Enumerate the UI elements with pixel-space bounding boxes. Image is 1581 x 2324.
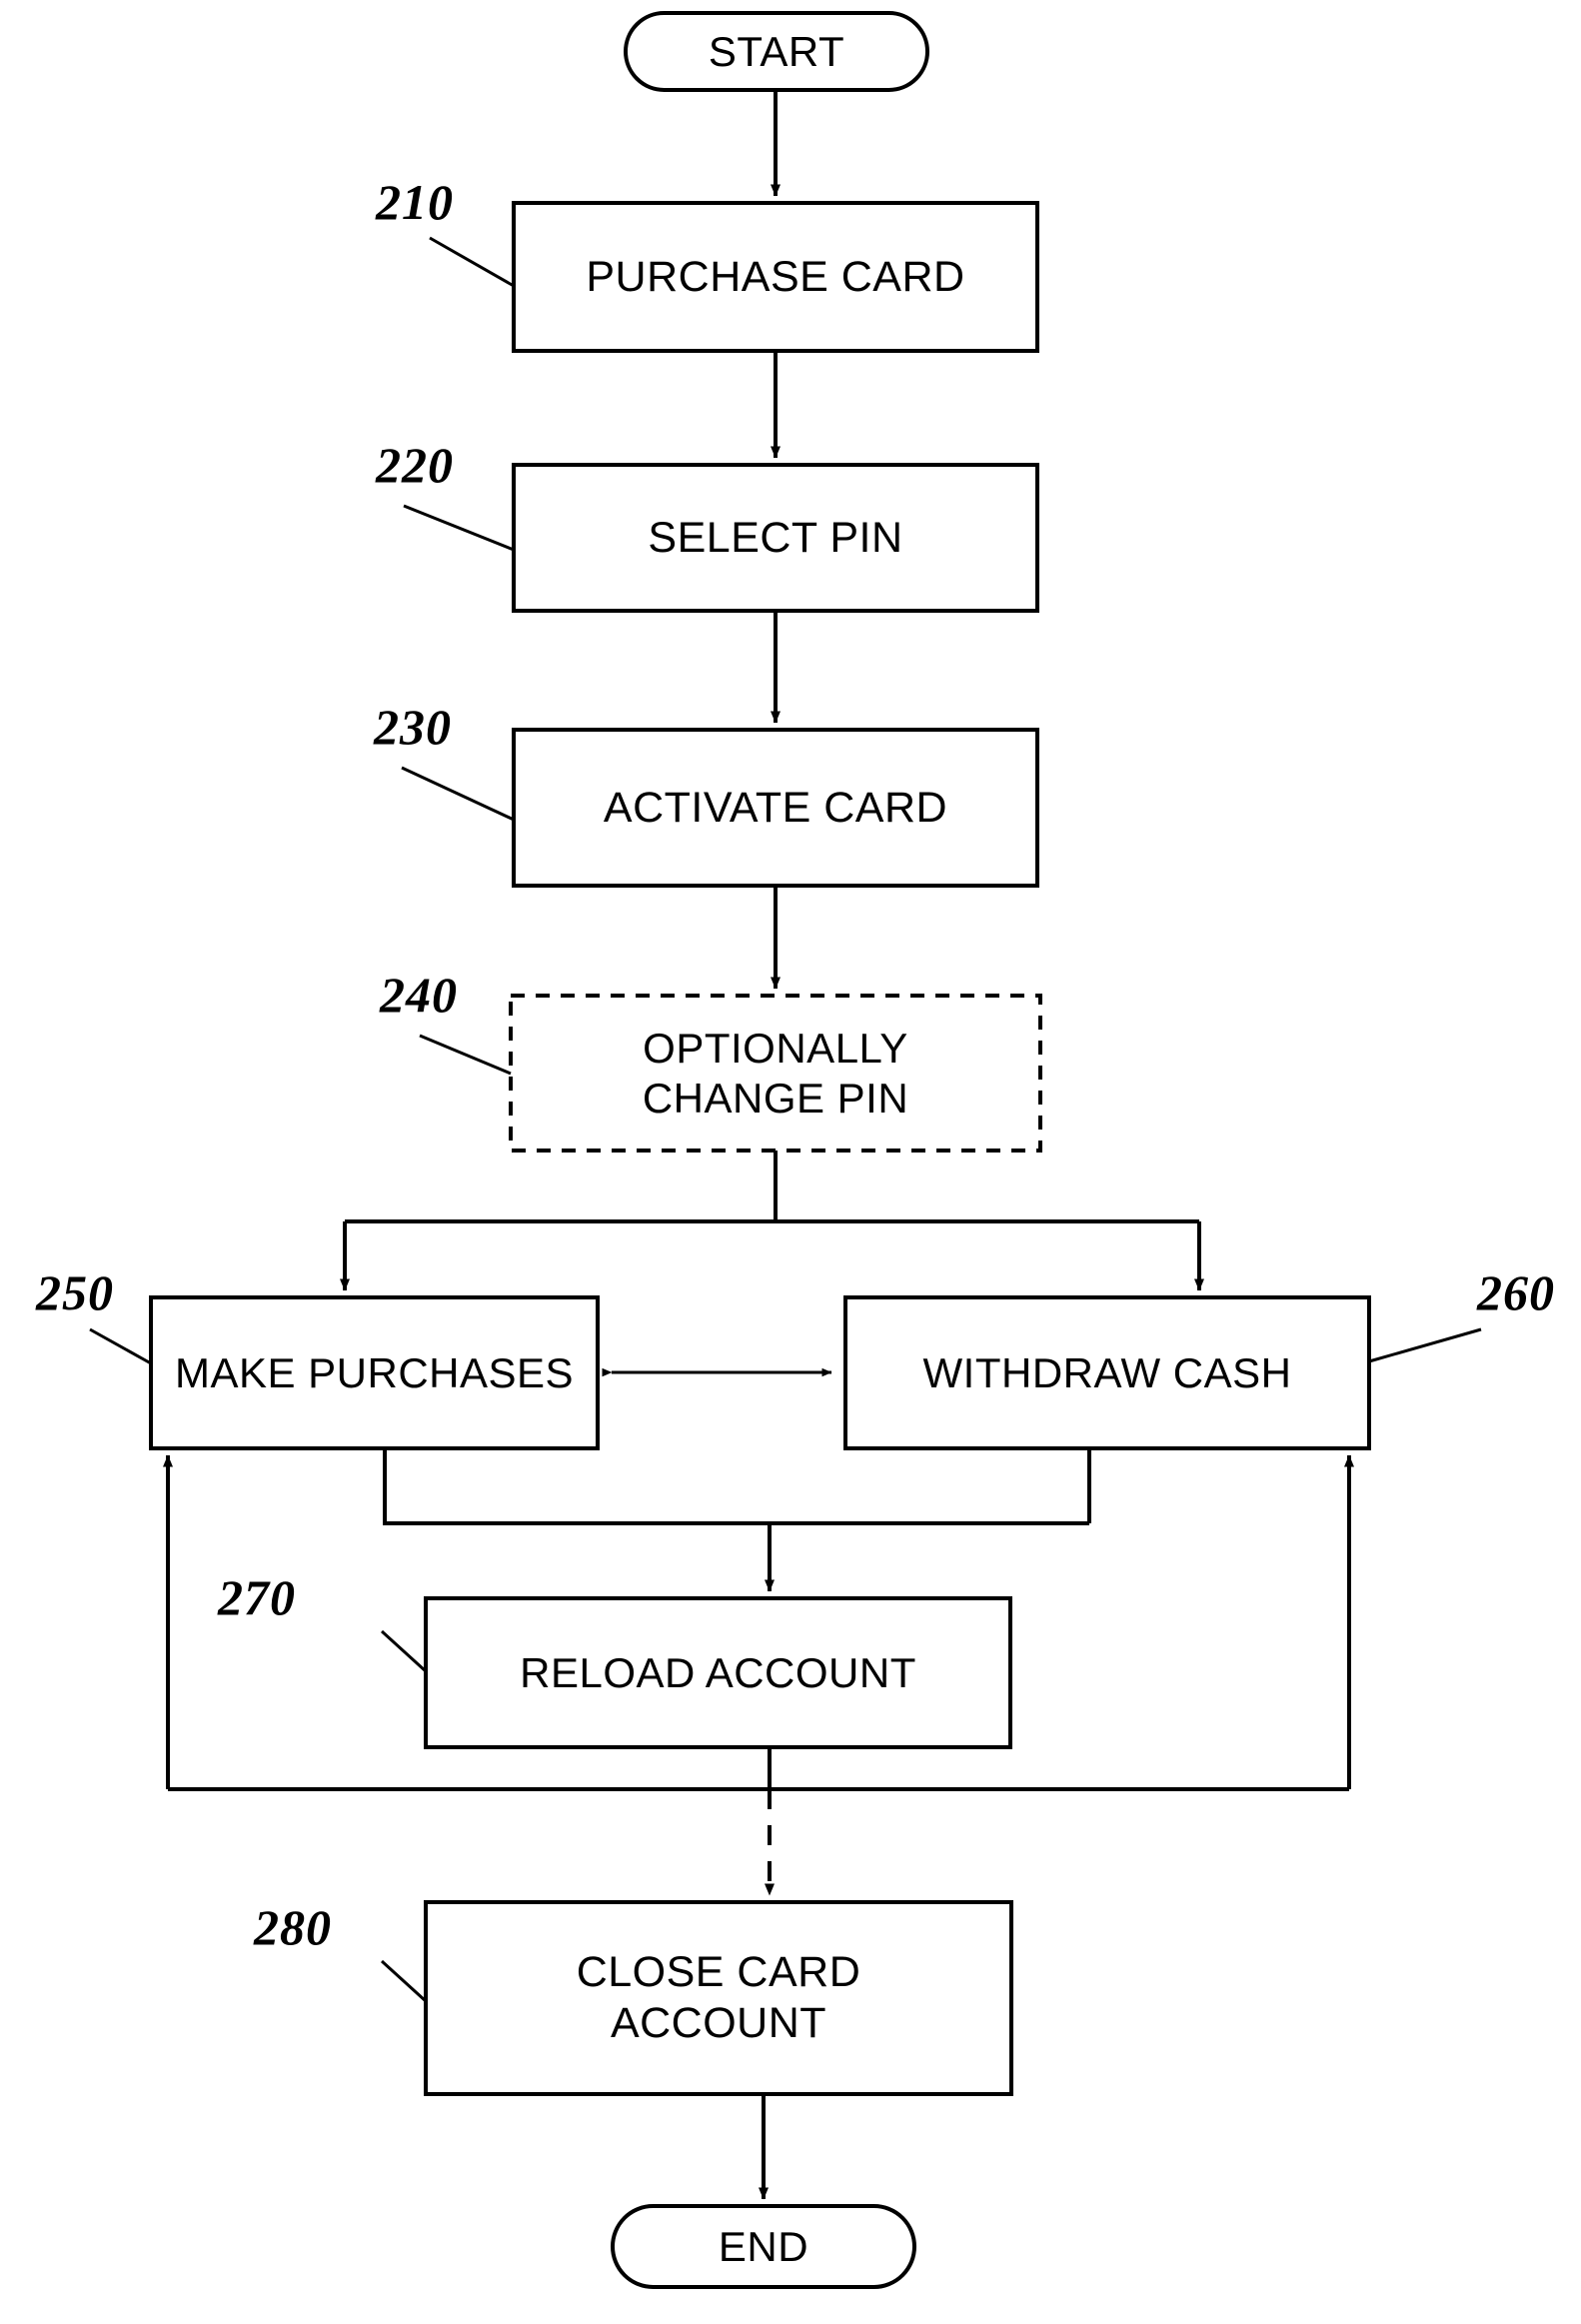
flowchart-lines — [89, 11, 1482, 2289]
flowchart-figure: START PURCHASE CARD SELECT PIN ACTIVATE … — [0, 0, 1581, 2324]
ref-numeral-220: 220 — [376, 437, 454, 493]
leader-line-220 — [403, 504, 515, 552]
ref-numeral-210: 210 — [376, 174, 454, 230]
node-240-shape — [509, 994, 1042, 1153]
node-220-shape — [512, 463, 1039, 613]
leader-line-270 — [380, 1629, 428, 1673]
leader-line-210 — [429, 236, 515, 288]
ref-numeral-230: 230 — [374, 699, 452, 755]
ref-numeral-260: 260 — [1477, 1264, 1555, 1320]
leader-line-230 — [401, 766, 515, 822]
node-250-shape — [149, 1295, 600, 1450]
ref-numeral-270: 270 — [218, 1569, 296, 1625]
leader-line-240 — [419, 1034, 512, 1076]
node-start-shape — [624, 11, 929, 92]
leader-line-260 — [1368, 1327, 1482, 1363]
node-230-shape — [512, 728, 1039, 888]
leader-line-250 — [89, 1327, 152, 1365]
node-280-shape — [424, 1900, 1013, 2096]
node-end-shape — [611, 2204, 916, 2289]
ref-numeral-280: 280 — [254, 1899, 332, 1955]
edge-250-to-merge-bus — [383, 1448, 1089, 1525]
node-260-shape — [843, 1295, 1371, 1450]
leader-line-280 — [380, 1959, 428, 2003]
ref-numeral-250: 250 — [36, 1264, 114, 1320]
ref-numeral-240: 240 — [380, 967, 458, 1023]
node-270-shape — [424, 1596, 1012, 1749]
node-210-shape — [512, 201, 1039, 353]
